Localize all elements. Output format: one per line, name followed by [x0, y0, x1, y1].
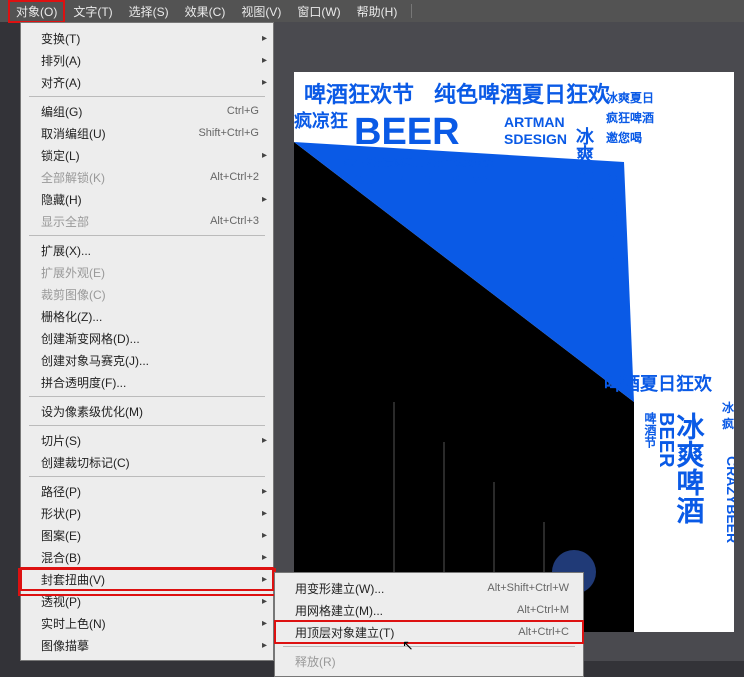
object-menu-dropdown: 变换(T)排列(A)对齐(A) 编组(G)Ctrl+G取消编组(U)Shift+C…: [20, 22, 274, 661]
menubar: 对象(O) 文字(T) 选择(S) 效果(C) 视图(V) 窗口(W) 帮助(H…: [0, 0, 744, 22]
menu-type[interactable]: 文字(T): [65, 0, 120, 23]
artwork: 啤酒狂欢节 纯色啤酒夏日狂欢 BEER ARTMAN SDESIGN 疯凉狂 纯…: [294, 72, 734, 632]
menu-effect[interactable]: 效果(C): [177, 0, 234, 23]
menu-item[interactable]: 设为像素级优化(M): [21, 400, 273, 422]
submenu-item[interactable]: 释放(R): [275, 650, 583, 672]
menu-object[interactable]: 对象(O): [8, 0, 65, 23]
svg-text:纯色啤酒夏日狂欢: 纯色啤酒夏日狂欢: [434, 82, 611, 107]
menu-item[interactable]: 栅格化(Z)...: [21, 305, 273, 327]
svg-text:COLDBEERFESTIVAL: COLDBEERFESTIVAL: [354, 171, 500, 187]
menu-item[interactable]: 锁定(L): [21, 144, 273, 166]
svg-text:冰爽啤酒: 冰爽啤酒: [574, 126, 594, 200]
menu-item[interactable]: 形状(P): [21, 502, 273, 524]
svg-text:啤酒狂欢节: 啤酒狂欢节: [304, 82, 414, 107]
svg-text:纯生啤酒清爽夏日啤酒节邀您畅饮: 纯生啤酒清爽夏日啤酒节邀您畅饮: [344, 156, 495, 169]
canvas-area[interactable]: 啤酒狂欢节 纯色啤酒夏日狂欢 BEER ARTMAN SDESIGN 疯凉狂 纯…: [274, 22, 744, 661]
svg-text:疯狂啤酒: 疯狂啤酒: [722, 416, 734, 431]
menu-item[interactable]: 取消编组(U)Shift+Ctrl+G: [21, 122, 273, 144]
submenu-item[interactable]: 用顶层对象建立(T)Alt+Ctrl+C: [275, 621, 583, 643]
svg-text:BEER: BEER: [354, 111, 460, 153]
svg-text:冰爽夏日: 冰爽夏日: [606, 90, 654, 105]
menu-item[interactable]: 拼合透明度(F)...: [21, 371, 273, 393]
svg-text:邀您喝: 邀您喝: [606, 130, 642, 145]
menu-view[interactable]: 视图(V): [233, 0, 289, 23]
svg-text:CRAZYBEER: CRAZYBEER: [604, 172, 621, 272]
svg-text:啤酒夏日狂欢: 啤酒夏日狂欢: [604, 373, 713, 394]
svg-text:BEER: BEER: [655, 412, 677, 468]
menu-item[interactable]: 创建裁切标记(C): [21, 451, 273, 473]
menu-item[interactable]: 裁剪图像(C): [21, 283, 273, 305]
menu-item[interactable]: 实时上色(N): [21, 612, 273, 634]
svg-text:ARTMAN: ARTMAN: [504, 114, 565, 130]
submenu-item[interactable]: 用网格建立(M)...Alt+Ctrl+M: [275, 599, 583, 621]
menu-item[interactable]: 切片(S): [21, 429, 273, 451]
menu-item[interactable]: 创建对象马赛克(J)...: [21, 349, 273, 371]
menu-item[interactable]: 隐藏(H): [21, 188, 273, 210]
menu-select[interactable]: 选择(S): [121, 0, 177, 23]
menu-window[interactable]: 窗口(W): [289, 0, 348, 23]
menu-item[interactable]: 封套扭曲(V): [21, 568, 273, 590]
svg-text:冰爽啤酒: 冰爽啤酒: [674, 412, 705, 524]
svg-text:啤酒节: 啤酒节: [643, 411, 657, 449]
menu-item[interactable]: 扩展外观(E): [21, 261, 273, 283]
envelope-distort-submenu: 用变形建立(W)...Alt+Shift+Ctrl+W用网格建立(M)...Al…: [274, 572, 584, 677]
menu-item[interactable]: 图像描摹: [21, 634, 273, 656]
menu-item[interactable]: 编组(G)Ctrl+G: [21, 100, 273, 122]
menu-item[interactable]: 显示全部Alt+Ctrl+3: [21, 210, 273, 232]
menu-item[interactable]: 图案(E): [21, 524, 273, 546]
menu-help[interactable]: 帮助(H): [349, 0, 406, 23]
svg-text:SDESIGN: SDESIGN: [504, 131, 567, 147]
svg-text:疯凉狂: 疯凉狂: [294, 110, 348, 131]
menu-item[interactable]: 扩展(X)...: [21, 239, 273, 261]
menu-item[interactable]: 变换(T): [21, 27, 273, 49]
submenu-item[interactable]: 用变形建立(W)...Alt+Shift+Ctrl+W: [275, 577, 583, 599]
menu-item[interactable]: 排列(A): [21, 49, 273, 71]
svg-text:冰爽夏日: 冰爽夏日: [722, 400, 734, 415]
menu-item[interactable]: 透视(P): [21, 590, 273, 612]
menubar-separator: [411, 4, 412, 18]
svg-text:CRAZYBEER: CRAZYBEER: [724, 456, 734, 543]
menu-item[interactable]: 全部解锁(K)Alt+Ctrl+2: [21, 166, 273, 188]
menu-item[interactable]: 路径(P): [21, 480, 273, 502]
menu-item[interactable]: 混合(B): [21, 546, 273, 568]
svg-text:疯狂啤酒: 疯狂啤酒: [606, 110, 654, 125]
menu-item[interactable]: 对齐(A): [21, 71, 273, 93]
menu-item[interactable]: 创建渐变网格(D)...: [21, 327, 273, 349]
